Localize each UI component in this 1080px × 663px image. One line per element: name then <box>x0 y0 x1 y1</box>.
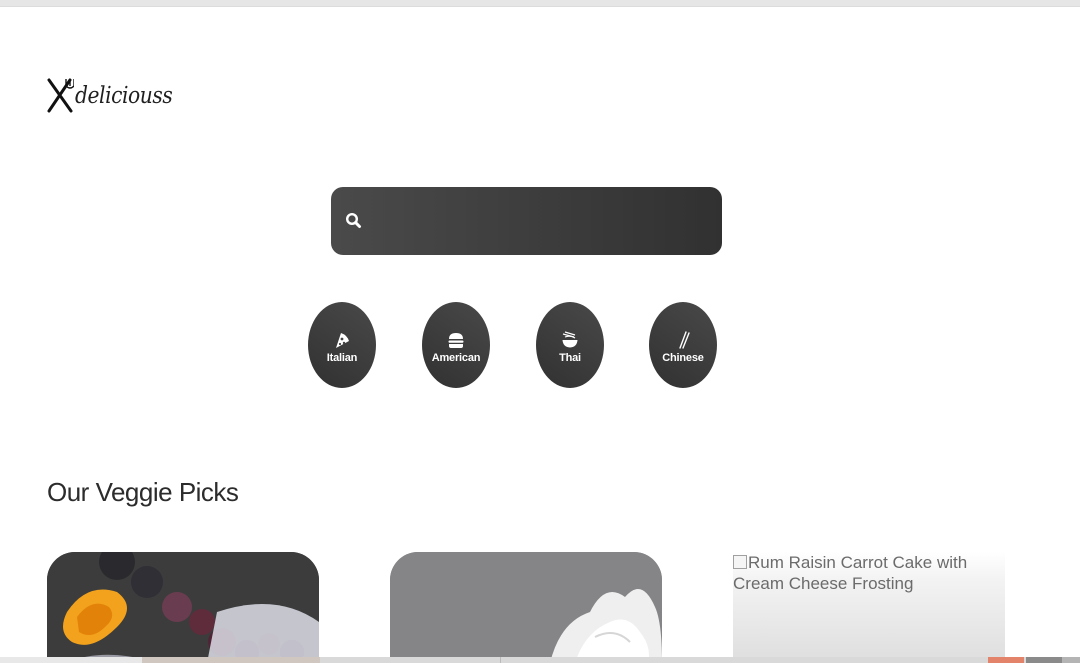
scrollbar-segment <box>988 657 1024 663</box>
scrollbar-segment <box>0 657 142 663</box>
cuisine-label: Chinese <box>662 351 704 364</box>
pizza-icon <box>333 331 351 349</box>
cuisine-chinese[interactable]: Chinese <box>649 302 717 388</box>
recipe-card[interactable]: Rum Raisin Carrot Cake with Cream Cheese… <box>733 552 1005 663</box>
noodle-bowl-icon <box>561 330 579 349</box>
recipe-image <box>47 552 319 663</box>
cuisine-thai[interactable]: Thai <box>536 302 604 388</box>
scrollbar-divider <box>500 657 501 663</box>
section-title: Our Veggie Picks <box>47 477 239 507</box>
broken-image-icon <box>733 555 747 569</box>
cuisine-label: Thai <box>559 351 581 364</box>
scrollbar-segment <box>1062 657 1080 663</box>
logo-text: deliciouss <box>75 83 173 109</box>
logo-link[interactable]: deliciouss <box>46 78 186 114</box>
cuisine-label: Italian <box>326 351 358 364</box>
recipe-card[interactable] <box>390 552 662 663</box>
search-icon <box>345 212 363 230</box>
recipe-image-alt: Rum Raisin Carrot Cake with Cream Cheese… <box>733 553 968 593</box>
recipe-card[interactable] <box>47 552 319 663</box>
browser-top-border <box>0 0 1080 7</box>
scrollbar-segment <box>142 657 320 663</box>
burger-icon <box>447 331 465 349</box>
fork-knife-icon <box>46 78 74 114</box>
cuisine-italian[interactable]: Italian <box>308 302 376 388</box>
recipe-image <box>390 552 662 663</box>
search-form <box>331 187 722 255</box>
search-input[interactable] <box>373 201 707 243</box>
cuisine-label: American <box>431 351 481 364</box>
chopsticks-icon <box>674 330 692 349</box>
cuisine-american[interactable]: American <box>422 302 490 388</box>
scrollbar-segment <box>1026 657 1062 663</box>
